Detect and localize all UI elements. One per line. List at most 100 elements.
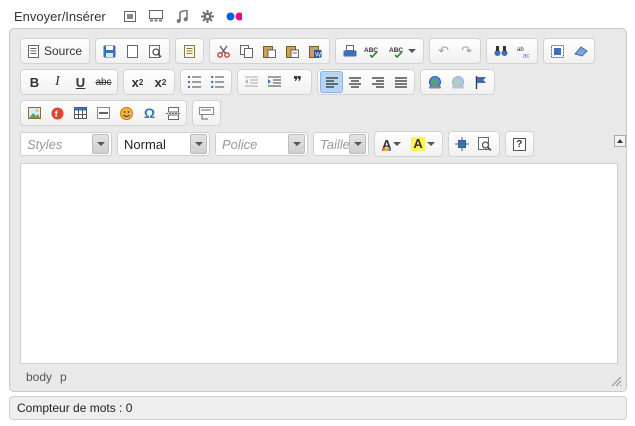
flickr-icon[interactable] xyxy=(226,8,242,24)
word-count-text: Compteur de mots : 0 xyxy=(17,401,133,415)
scissors-icon xyxy=(217,45,230,58)
background-color-button[interactable]: A xyxy=(406,133,439,155)
page-break-button[interactable] xyxy=(161,102,184,124)
preview-zoom-button[interactable] xyxy=(474,133,497,155)
spellcheck-dropdown-icon: ABC xyxy=(389,47,403,58)
paste-word-button[interactable]: W xyxy=(304,40,327,62)
about-group xyxy=(192,100,221,126)
align-group xyxy=(317,69,415,95)
horizontal-rule-button[interactable] xyxy=(92,102,115,124)
format-select[interactable]: Normal xyxy=(117,132,210,156)
print-button[interactable] xyxy=(338,40,361,62)
replace-button[interactable]: ab ac xyxy=(512,40,535,62)
gear-icon[interactable] xyxy=(200,8,216,24)
blockquote-button[interactable]: ❞ xyxy=(286,71,309,93)
link-globe-icon xyxy=(428,75,441,88)
subscript-mark: 2 xyxy=(138,77,144,87)
horizontal-rule-icon xyxy=(97,107,110,119)
templates-button[interactable] xyxy=(178,40,201,62)
print-icon xyxy=(343,44,357,56)
collapse-toolbar-button[interactable] xyxy=(614,135,626,147)
maximize-button[interactable] xyxy=(451,133,474,155)
select-all-button[interactable] xyxy=(546,40,569,62)
source-button[interactable]: Source xyxy=(23,40,87,62)
path-item-body[interactable]: body xyxy=(26,370,52,384)
media-insert-bar: Envoyer/Insérer xyxy=(14,6,242,26)
superscript-letter: x xyxy=(154,74,162,90)
gallery-icon[interactable] xyxy=(148,8,164,24)
flash-button[interactable]: f xyxy=(46,102,69,124)
replace-icon: abac xyxy=(517,47,529,58)
paste-button[interactable] xyxy=(258,40,281,62)
align-right-button[interactable] xyxy=(366,71,389,93)
bulleted-list-button[interactable] xyxy=(206,71,229,93)
preview-button[interactable] xyxy=(144,40,167,62)
text-color-icon: A xyxy=(382,137,392,152)
svg-text:ac: ac xyxy=(523,53,529,58)
smiley-button[interactable] xyxy=(115,102,138,124)
smiley-icon xyxy=(120,106,133,120)
chevron-down-icon xyxy=(92,134,109,154)
music-icon[interactable] xyxy=(174,8,190,24)
toolbar-row-4: Styles Normal Police Taille A A ? xyxy=(20,130,616,158)
indent-group: ❞ xyxy=(237,69,312,95)
copy-icon xyxy=(240,44,254,58)
outdent-button[interactable] xyxy=(240,71,263,93)
preview-icon xyxy=(149,44,162,58)
undo-button[interactable]: ↶ xyxy=(432,40,455,62)
unlink-button[interactable] xyxy=(446,71,469,93)
paste-text-button[interactable] xyxy=(281,40,304,62)
styles-select[interactable]: Styles xyxy=(20,132,112,156)
find-group: ab ac xyxy=(486,38,539,64)
align-center-button[interactable] xyxy=(343,71,366,93)
chevron-down-icon xyxy=(349,134,366,154)
bg-color-letter: A xyxy=(413,136,423,151)
numbered-list-button[interactable] xyxy=(183,71,206,93)
image-button[interactable] xyxy=(23,102,46,124)
text-color-button[interactable]: A xyxy=(377,133,406,155)
anchor-button[interactable] xyxy=(469,71,492,93)
redo-button[interactable]: ↷ xyxy=(455,40,478,62)
path-item-p[interactable]: p xyxy=(60,370,67,384)
size-value: Taille xyxy=(320,136,349,152)
bold-button[interactable]: B xyxy=(23,71,46,93)
indent-icon xyxy=(268,76,281,87)
cut-button[interactable] xyxy=(212,40,235,62)
underline-button[interactable]: U xyxy=(69,71,92,93)
zoom-page-icon xyxy=(478,137,492,151)
align-justify-icon xyxy=(394,76,407,88)
spellcheck-button[interactable]: ABC xyxy=(361,40,384,62)
page-break-icon xyxy=(165,106,180,120)
image-icon[interactable] xyxy=(122,8,138,24)
spellcheck-as-you-type-button[interactable]: ABC xyxy=(384,40,421,62)
strikethrough-button[interactable]: abc xyxy=(92,71,115,93)
save-icon xyxy=(103,45,116,57)
align-justify-button[interactable] xyxy=(389,71,412,93)
copy-button[interactable] xyxy=(235,40,258,62)
remove-format-button[interactable] xyxy=(569,40,592,62)
help-icon: ? xyxy=(512,137,526,151)
italic-button[interactable]: I xyxy=(46,71,69,93)
basic-styles-group: B I U abc xyxy=(20,69,118,95)
subscript-button[interactable]: x2 xyxy=(126,71,149,93)
superscript-mark: 2 xyxy=(161,77,167,87)
resize-handle-icon[interactable] xyxy=(611,376,622,387)
chevron-down-icon xyxy=(288,134,305,154)
align-left-button[interactable] xyxy=(320,71,343,93)
find-button[interactable] xyxy=(489,40,512,62)
superscript-button[interactable]: x2 xyxy=(149,71,172,93)
print-spell-group: ABC ABC xyxy=(335,38,425,64)
editor-content-area[interactable] xyxy=(20,163,618,364)
show-blocks-icon xyxy=(199,106,214,119)
table-button[interactable] xyxy=(69,102,92,124)
show-blocks-button[interactable] xyxy=(195,102,218,124)
font-select[interactable]: Police xyxy=(215,132,308,156)
special-char-button[interactable]: Ω xyxy=(138,102,161,124)
save-button[interactable] xyxy=(98,40,121,62)
tools-group xyxy=(447,131,500,157)
new-page-button[interactable] xyxy=(121,40,144,62)
indent-button[interactable] xyxy=(263,71,286,93)
link-button[interactable] xyxy=(423,71,446,93)
size-select[interactable]: Taille xyxy=(313,132,369,156)
help-button[interactable]: ? xyxy=(508,133,531,155)
